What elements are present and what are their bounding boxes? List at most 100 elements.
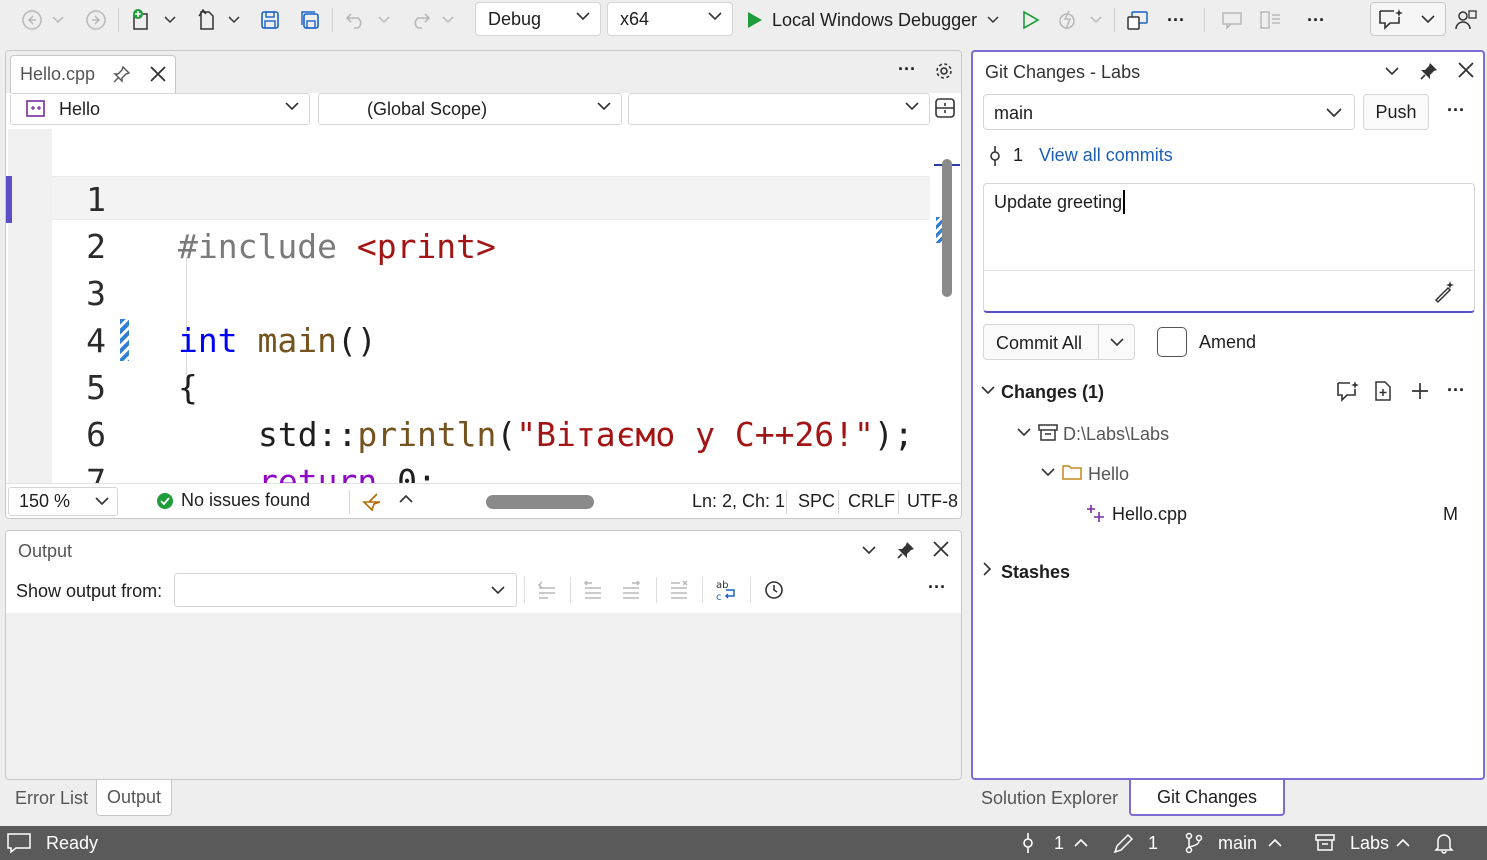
line-ending[interactable]: CRLF <box>848 491 895 512</box>
redo-dropdown-icon[interactable] <box>438 6 458 34</box>
folder-name[interactable]: Hello <box>1088 464 1129 485</box>
file-encoding[interactable]: UTF-8 <box>907 491 958 512</box>
hot-reload-dropdown-icon[interactable] <box>1086 6 1106 34</box>
tab-output[interactable]: Output <box>96 780 173 816</box>
current-repository[interactable]: Labs <box>1350 833 1389 854</box>
next-message-icon[interactable] <box>620 580 642 600</box>
copilot-button[interactable] <box>1370 2 1446 36</box>
stashes-section-header[interactable]: Stashes <box>1001 562 1070 583</box>
close-icon[interactable] <box>1457 61 1475 79</box>
solution-platform-dropdown[interactable]: x64 <box>607 2 733 36</box>
gear-icon[interactable] <box>934 61 954 81</box>
comment-icon[interactable] <box>1218 6 1246 34</box>
horizontal-scrollbar-thumb[interactable] <box>486 495 594 509</box>
chevron-up-icon[interactable] <box>399 494 413 503</box>
tab-git-changes[interactable]: Git Changes <box>1129 780 1285 816</box>
chevron-up-icon[interactable] <box>1396 838 1410 847</box>
push-button[interactable]: Push <box>1363 94 1429 130</box>
hot-reload-icon[interactable] <box>1054 6 1082 34</box>
chevron-up-icon[interactable] <box>1074 838 1088 847</box>
changed-file-name[interactable]: Hello.cpp <box>1112 504 1187 525</box>
pin-icon[interactable] <box>1419 61 1439 81</box>
changes-more-button[interactable]: ··· <box>1447 380 1465 401</box>
open-dropdown-icon[interactable] <box>224 6 244 34</box>
save-all-icon[interactable] <box>296 6 324 34</box>
live-share-icon[interactable] <box>1124 6 1152 34</box>
new-project-icon[interactable] <box>128 6 156 34</box>
back-dropdown-icon[interactable] <box>48 6 68 34</box>
start-debugging-button[interactable]: Local Windows Debugger <box>744 6 977 34</box>
debugger-dropdown-icon[interactable] <box>982 6 1004 34</box>
output-more-button[interactable]: ··· <box>928 577 946 598</box>
current-branch[interactable]: main <box>1218 833 1257 854</box>
find-message-icon[interactable] <box>536 580 558 600</box>
project-dropdown[interactable]: Hello <box>10 93 310 125</box>
repository-path[interactable]: D:\Labs\Labs <box>1063 424 1169 445</box>
chevron-down-icon[interactable] <box>1017 428 1031 437</box>
vertical-scrollbar[interactable] <box>932 147 960 483</box>
copilot-review-icon[interactable] <box>1335 380 1359 402</box>
compare-icon[interactable] <box>1256 6 1284 34</box>
tab-solution-explorer[interactable]: Solution Explorer <box>971 780 1129 816</box>
chevron-right-icon[interactable] <box>983 562 992 576</box>
document-tab-hello-cpp[interactable]: Hello.cpp <box>10 55 176 93</box>
tab-error-list[interactable]: Error List <box>5 780 98 816</box>
pin-icon[interactable] <box>896 540 916 560</box>
tab-overflow-button[interactable]: ··· <box>898 59 916 80</box>
zoom-dropdown[interactable]: 150 % <box>8 487 118 516</box>
split-editor-icon[interactable] <box>934 97 956 119</box>
clear-all-icon[interactable] <box>668 580 690 600</box>
more-toolbar-button[interactable]: ··· <box>1162 6 1190 34</box>
commit-all-label[interactable]: Commit All <box>996 333 1082 354</box>
chevron-down-icon[interactable] <box>862 546 876 555</box>
generate-commit-message-icon[interactable] <box>1432 280 1456 304</box>
amend-checkbox[interactable] <box>1157 327 1187 357</box>
output-window-icon[interactable] <box>6 832 32 854</box>
chevron-up-icon[interactable] <box>1268 838 1282 847</box>
scrollbar-thumb[interactable] <box>942 159 952 297</box>
unpushed-commits-count[interactable]: 1 <box>1054 833 1064 854</box>
navigate-back-icon[interactable] <box>18 6 46 34</box>
git-more-button[interactable]: ··· <box>1447 100 1465 121</box>
chevron-down-icon[interactable] <box>1385 67 1399 76</box>
save-icon[interactable] <box>256 6 284 34</box>
previous-message-icon[interactable] <box>582 580 604 600</box>
undo-icon[interactable] <box>342 6 370 34</box>
chevron-down-icon[interactable] <box>981 386 995 395</box>
cursor-position[interactable]: Ln: 2, Ch: 1 <box>692 491 785 512</box>
more-toolbar2-button[interactable]: ··· <box>1302 6 1330 34</box>
undo-dropdown-icon[interactable] <box>374 6 394 34</box>
word-wrap-icon[interactable]: ab c <box>714 578 738 602</box>
close-icon[interactable] <box>149 65 167 83</box>
changes-section-header[interactable]: Changes (1) <box>1001 382 1104 403</box>
pending-changes-count[interactable]: 1 <box>1148 833 1158 854</box>
close-icon[interactable] <box>932 540 950 558</box>
code-editor[interactable]: 1 #include <print> 2 3 int main() 4 { 5 … <box>6 129 936 483</box>
branch-dropdown[interactable]: main <box>983 94 1355 130</box>
start-without-debugging-icon[interactable] <box>1016 6 1044 34</box>
stage-all-icon[interactable] <box>1373 380 1393 402</box>
account-icon[interactable] <box>1452 6 1480 34</box>
commit-message-text[interactable]: Update greeting <box>994 192 1122 213</box>
redo-icon[interactable] <box>406 6 434 34</box>
commit-message-box[interactable]: Update greeting <box>983 183 1475 313</box>
output-source-dropdown[interactable] <box>174 573 517 607</box>
branch-icon <box>1184 832 1204 854</box>
issues-indicator[interactable]: No issues found <box>156 490 310 511</box>
chevron-down-icon[interactable] <box>1110 338 1124 347</box>
view-all-commits-link[interactable]: View all commits <box>1039 145 1173 166</box>
open-file-icon[interactable] <box>192 6 220 34</box>
plus-icon[interactable] <box>1410 381 1430 401</box>
whitespace-mode[interactable]: SPC <box>798 491 835 512</box>
notifications-bell-icon[interactable] <box>1434 832 1454 854</box>
commit-all-split-button[interactable]: Commit All <box>983 324 1135 360</box>
navigate-forward-icon[interactable] <box>82 6 110 34</box>
chevron-down-icon[interactable] <box>1041 468 1055 477</box>
solution-configuration-dropdown[interactable]: Debug <box>475 2 601 36</box>
member-dropdown[interactable] <box>628 93 930 125</box>
new-project-dropdown-icon[interactable] <box>160 6 180 34</box>
pin-icon[interactable] <box>113 65 131 83</box>
scope-dropdown[interactable]: (Global Scope) <box>318 93 622 125</box>
code-cleanup-icon[interactable] <box>360 492 382 512</box>
clock-icon[interactable] <box>764 580 784 600</box>
